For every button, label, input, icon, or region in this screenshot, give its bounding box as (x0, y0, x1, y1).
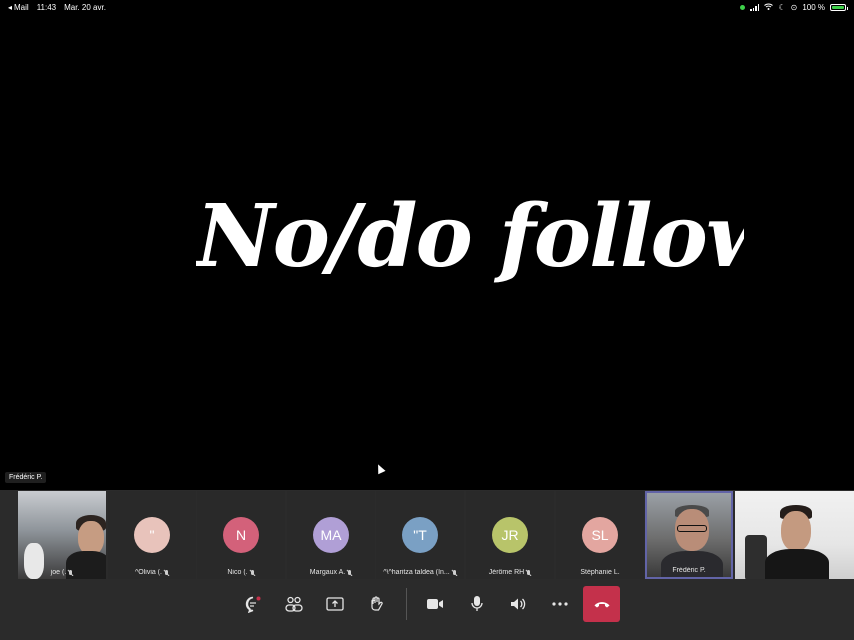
share-screen-icon (326, 597, 344, 611)
participant-tile-haritza[interactable]: "T ^\^haritza taldea (In... (376, 491, 464, 579)
avatar: "T (402, 517, 438, 553)
back-app-label: Mail (14, 2, 29, 12)
raise-hand-button[interactable] (361, 592, 391, 616)
participant-name: ^Olivia (. (134, 569, 162, 576)
presenter-label: Frédéric P. (5, 472, 47, 483)
participant-tile-stephanie[interactable]: SL Stéphanie L. (556, 491, 644, 579)
battery-percentage: 100 % (802, 2, 825, 12)
mic-muted-icon (347, 569, 352, 576)
status-time: 11:43 (36, 2, 57, 12)
participant-name: Frédéric P. (672, 567, 706, 574)
mic-muted-icon (526, 569, 531, 576)
participant-name: Nico (. (227, 569, 248, 576)
camera-button[interactable] (420, 592, 450, 616)
mic-muted-icon (164, 569, 169, 576)
participants-button[interactable] (279, 592, 309, 616)
meeting-controls (0, 580, 854, 640)
share-screen-button[interactable] (320, 592, 350, 616)
chat-icon (245, 596, 261, 613)
participant-tile-frederic[interactable]: Frédéric P. (645, 491, 733, 579)
back-to-mail-link[interactable]: ◂ Mail (8, 3, 29, 12)
lock-rotation-icon: ⊙ (790, 2, 798, 12)
mouse-cursor-icon (374, 462, 386, 475)
status-bar: ◂ Mail 11:43 Mar. 20 avr. ☾ ⊙ 100 % (0, 0, 854, 14)
mic-muted-icon (452, 569, 457, 576)
avatar: SL (582, 517, 618, 553)
participant-name: joe (. (50, 569, 67, 576)
more-options-button[interactable] (545, 592, 575, 616)
speaker-button[interactable] (503, 592, 533, 616)
participant-tile-nico[interactable]: N Nico (. (197, 491, 285, 579)
participant-name: Jérôme RH (488, 569, 525, 576)
avatar: MA (313, 517, 349, 553)
status-date: Mar. 20 avr. (64, 2, 106, 12)
participants-icon (285, 596, 303, 612)
raise-hand-icon (371, 596, 383, 611)
camera-icon (427, 599, 443, 609)
participant-name: ^\^haritza taldea (In... (383, 569, 450, 576)
back-arrow-icon: ◂ (8, 2, 13, 12)
cellular-signal-icon (750, 3, 760, 11)
do-not-disturb-icon: ☾ (778, 2, 786, 12)
participant-tile-olivia[interactable]: " ^Olivia (. (108, 491, 196, 579)
participant-tile-margaux[interactable]: MA Margaux A. (287, 491, 375, 579)
speaker-icon (511, 598, 526, 610)
wifi-icon (764, 3, 774, 12)
microphone-button[interactable] (462, 592, 492, 616)
self-view-video[interactable] (735, 491, 854, 579)
participant-name: Margaux A. (309, 569, 346, 576)
battery-icon (830, 3, 848, 11)
hang-up-button[interactable] (583, 586, 620, 622)
camera-indicator-icon (740, 4, 746, 10)
participant-tile-jerome[interactable]: JR Jérôme RH (466, 491, 554, 579)
microphone-icon (471, 596, 483, 611)
mic-muted-icon (68, 569, 73, 576)
mic-muted-icon (250, 569, 255, 576)
slide-title: No/do follow ? (196, 186, 744, 287)
more-icon (552, 602, 568, 606)
toolbar-divider (406, 588, 407, 620)
chat-button[interactable] (238, 592, 268, 616)
avatar: N (223, 517, 259, 553)
participant-tile-joe[interactable]: joe (. (18, 491, 106, 579)
hang-up-icon (594, 602, 609, 608)
avatar: " (134, 517, 170, 553)
avatar: JR (492, 517, 528, 553)
participants-strip: joe (. " ^Olivia (. N Nico (. MA Margaux… (0, 490, 854, 580)
participant-name: Stéphanie L. (580, 569, 620, 576)
shared-screen: No/do follow ? Frédéric P. (0, 14, 854, 490)
